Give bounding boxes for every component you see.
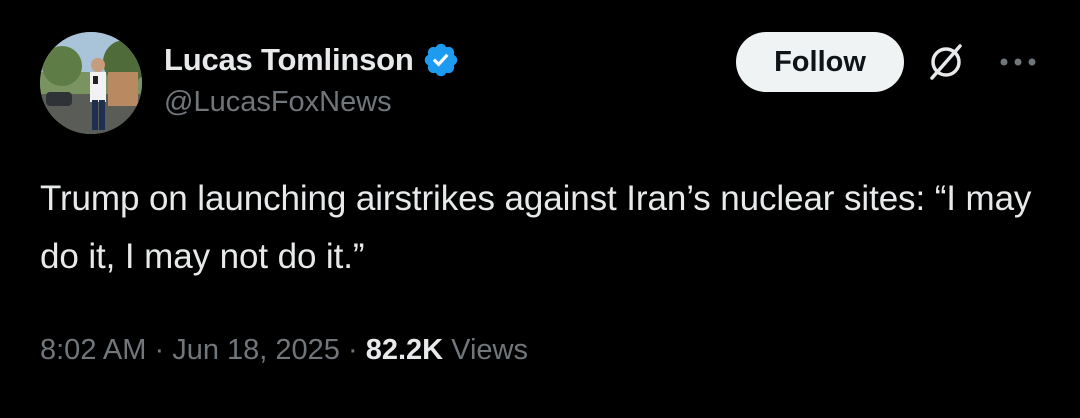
author-name-row: Lucas Tomlinson xyxy=(164,40,460,80)
meta-separator: · xyxy=(347,334,358,366)
more-options-icon[interactable] xyxy=(998,50,1038,74)
follow-button[interactable]: Follow xyxy=(736,32,904,92)
views-label: Views xyxy=(451,334,528,366)
tweet-time[interactable]: 8:02 AM xyxy=(40,334,146,366)
author-handle[interactable]: @LucasFoxNews xyxy=(164,86,392,119)
verified-badge-icon xyxy=(424,43,457,77)
meta-separator: · xyxy=(154,334,165,366)
avatar[interactable] xyxy=(40,32,142,134)
tweet-metadata: 8:02 AM · Jun 18, 2025 · 82.2K Views xyxy=(40,334,528,367)
tweet-text: Trump on launching airstrikes against Ir… xyxy=(40,179,1032,276)
views-count[interactable]: 82.2K xyxy=(366,334,443,366)
tweet-card: Lucas Tomlinson @LucasFoxNews Follow Tru… xyxy=(0,0,1080,418)
author-display-name[interactable]: Lucas Tomlinson xyxy=(164,42,414,78)
tweet-date[interactable]: Jun 18, 2025 xyxy=(172,334,340,366)
grok-icon[interactable] xyxy=(924,40,968,84)
